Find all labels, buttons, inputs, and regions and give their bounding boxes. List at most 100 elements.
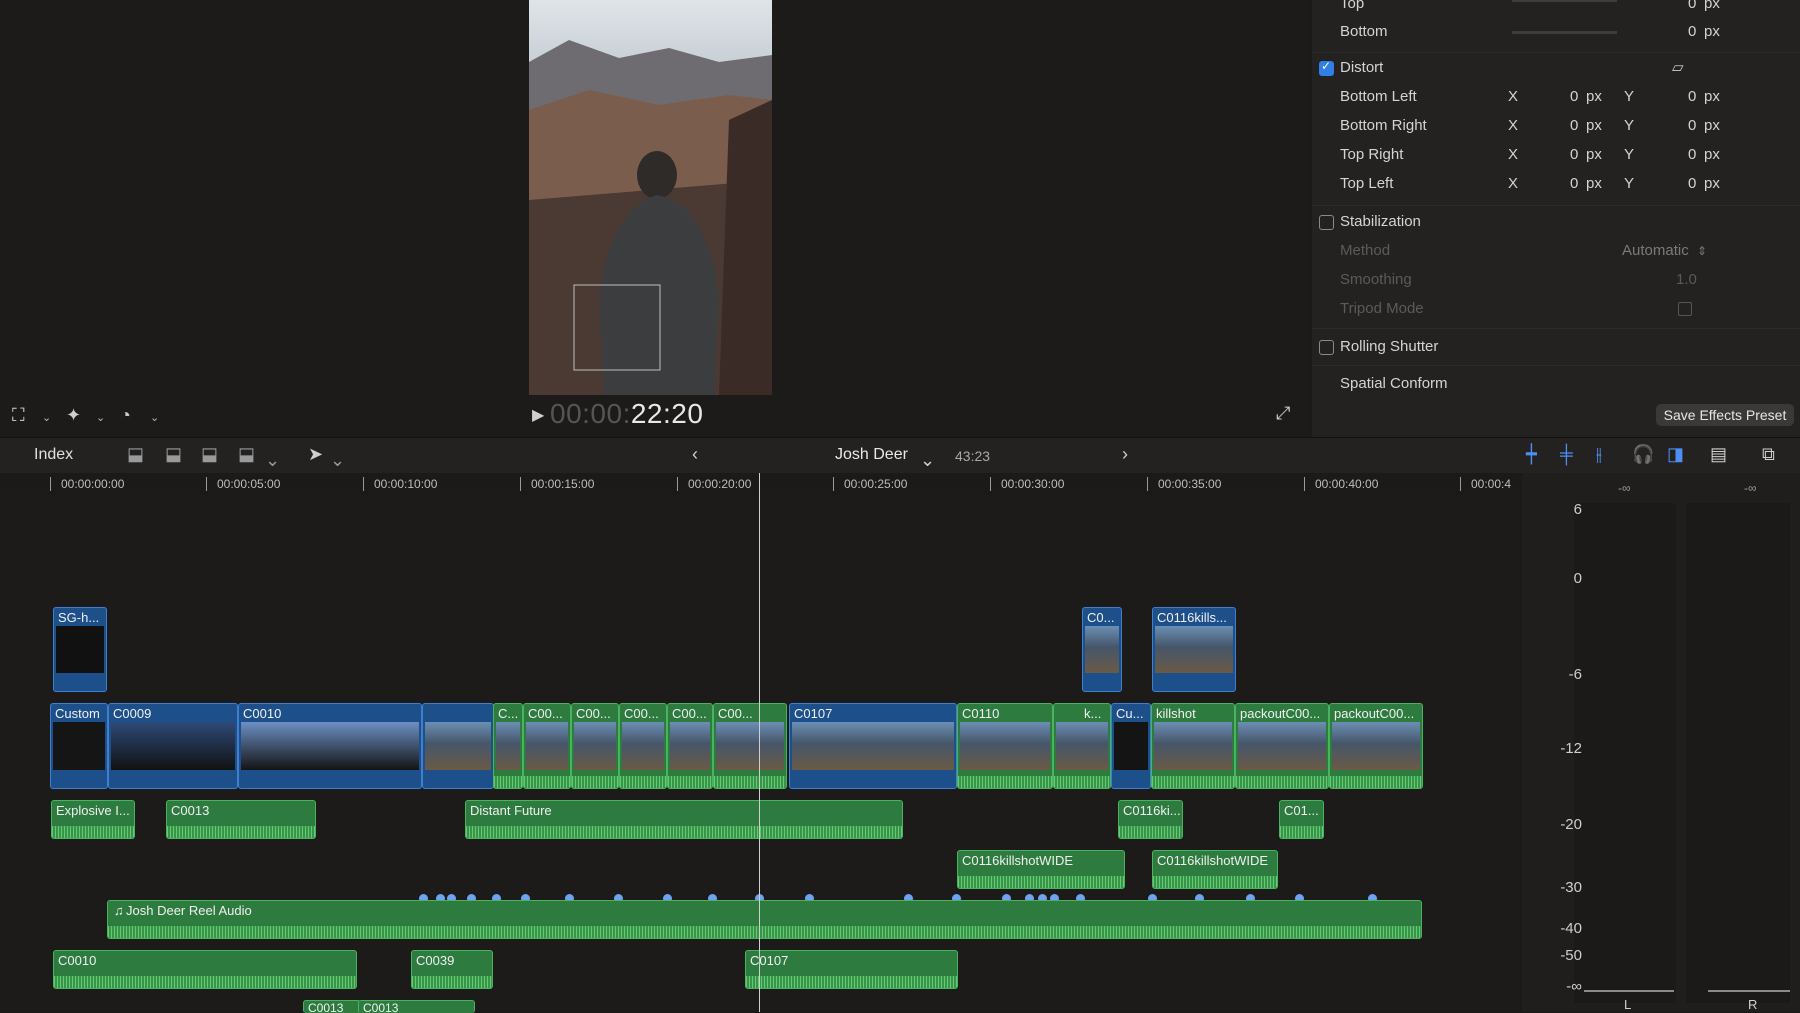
audio-clip[interactable]: C0116killshotWIDE [957, 850, 1125, 889]
chevron-down-icon[interactable]: ⌄ [150, 411, 159, 424]
back-arrow-icon[interactable]: ‹ [692, 444, 698, 465]
play-icon[interactable]: ▶ [532, 405, 544, 425]
audio-clip[interactable]: Explosive I... [51, 800, 135, 839]
index-button[interactable]: Index [34, 446, 73, 464]
clip-thumbnail [960, 722, 1050, 770]
audio-clip[interactable]: C0116ki... [1118, 800, 1183, 839]
clip-thumbnail [574, 722, 616, 770]
speed-icon[interactable]: ◔ [120, 405, 131, 426]
chevron-down-icon[interactable]: ⌄ [96, 411, 105, 424]
crop-top-value[interactable]: 0 [1688, 0, 1696, 12]
timeline-clip[interactable]: C0110 [957, 703, 1053, 789]
chevron-down-icon[interactable]: ⌄ [265, 450, 280, 471]
distort-corner-label: Bottom Left [1340, 88, 1417, 105]
clip-thumbnail [526, 722, 568, 770]
audio-clip[interactable]: C0010 [53, 950, 357, 989]
magic-wand-icon[interactable]: ✦ [66, 405, 81, 426]
y-value[interactable]: 0 [1688, 175, 1696, 192]
clip-appearance-icon[interactable]: ▤ [1710, 444, 1727, 465]
chevron-down-icon[interactable]: ⌄ [330, 450, 345, 471]
clip-thumbnail [425, 722, 491, 770]
audio-clip[interactable]: C0107 [745, 950, 958, 989]
crop-bottom-slider[interactable] [1512, 31, 1617, 34]
timeline-clip-group[interactable] [422, 703, 494, 789]
timeline-clip[interactable]: C00... [619, 703, 667, 789]
playhead[interactable] [759, 473, 760, 1012]
chevron-down-icon[interactable]: ⌄ [42, 411, 51, 424]
distort-onscreen-control-icon[interactable]: ▱ [1672, 58, 1684, 76]
method-select[interactable]: Automatic [1622, 242, 1689, 259]
audio-clip[interactable]: C0039 [411, 950, 493, 989]
stabilization-smoothing-row: Smoothing 1.0 [1312, 266, 1800, 295]
audio-waveform [620, 770, 666, 788]
audio-clip[interactable]: Distant Future [465, 800, 903, 839]
effects-browser-icon[interactable]: ⧉ [1762, 444, 1775, 465]
tripod-mode-checkbox[interactable] [1678, 302, 1692, 316]
skimming-icon[interactable]: ╪ [1560, 444, 1573, 465]
clip-name: C... [498, 706, 519, 721]
rolling-shutter-checkbox[interactable] [1319, 340, 1334, 355]
select-tool-icon[interactable]: ➤ [308, 444, 323, 465]
timeline-clip[interactable]: k... [1053, 703, 1111, 789]
crop-bottom-value[interactable]: 0 [1688, 23, 1696, 40]
x-value[interactable]: 0 [1570, 117, 1578, 134]
audio-clip[interactable]: C0013 [358, 1000, 475, 1013]
crop-top-slider[interactable] [1512, 0, 1617, 2]
timeline-clip[interactable]: C... [493, 703, 523, 789]
headphones-icon[interactable]: 🎧 [1632, 444, 1654, 465]
save-effects-preset-button[interactable]: Save Effects Preset [1656, 404, 1794, 426]
audio-clip[interactable]: C0013 [303, 1000, 361, 1013]
timeline-clip[interactable]: C0... [1082, 607, 1122, 692]
x-value[interactable]: 0 [1570, 146, 1578, 163]
music-clip[interactable]: ♫ Josh Deer Reel Audio [107, 900, 1422, 939]
distort-checkbox[interactable] [1319, 59, 1334, 76]
audio-skimming-icon[interactable]: ⫲ [1596, 444, 1602, 465]
ruler-tick: 00:00:00:00 [50, 477, 124, 491]
timeline-toolbar: Index ⬓ ⬓ ⬓ ⬓ ⌄ ➤ ⌄ ‹ Josh Deer ⌄ 43:23 … [0, 437, 1800, 475]
audio-waveform [1054, 770, 1110, 788]
tripod-mode-label: Tripod Mode [1340, 300, 1424, 317]
timeline-clip[interactable]: packoutC00... [1235, 703, 1329, 789]
smoothing-value[interactable]: 1.0 [1676, 271, 1697, 288]
spatial-conform-section[interactable]: Spatial Conform [1312, 370, 1800, 399]
timeline-clip[interactable]: C0010 [238, 703, 422, 789]
forward-arrow-icon[interactable]: › [1122, 444, 1128, 465]
x-value[interactable]: 0 [1570, 88, 1578, 105]
timeline-clip[interactable]: C0116kills... [1152, 607, 1236, 692]
timeline-clip[interactable]: C0009 [108, 703, 238, 789]
clip-name: C0013 [363, 1001, 399, 1013]
timeline-clip[interactable]: C00... [713, 703, 787, 789]
timeline-clip[interactable]: C00... [571, 703, 619, 789]
overwrite-clip-icon[interactable]: ⬓ [238, 444, 255, 465]
y-value[interactable]: 0 [1688, 146, 1696, 163]
snapping-icon[interactable]: ┿ [1526, 444, 1537, 465]
timeline-clip[interactable]: C0107 [789, 703, 957, 789]
y-value[interactable]: 0 [1688, 117, 1696, 134]
timeline-clip[interactable]: Custom [50, 703, 108, 789]
crop-icon[interactable]: ⛶ [12, 405, 25, 426]
timeline-clip[interactable]: C00... [667, 703, 713, 789]
fullscreen-icon[interactable]: ⤢ [1276, 403, 1290, 424]
append-clip-icon[interactable]: ⬓ [201, 444, 218, 465]
timeline-ruler[interactable]: 00:00:00:00 00:00:05:00 00:00:10:00 00:0… [0, 473, 1520, 495]
connect-clip-icon[interactable]: ⬓ [127, 444, 144, 465]
timeline-clip[interactable]: killshot [1151, 703, 1235, 789]
y-value[interactable]: 0 [1688, 88, 1696, 105]
solo-icon[interactable]: ◨ [1667, 444, 1684, 465]
timeline-clip[interactable]: packoutC00... [1329, 703, 1423, 789]
stabilization-checkbox[interactable] [1319, 215, 1334, 230]
audio-clip[interactable]: C0116killshotWIDE [1152, 850, 1278, 889]
timeline-clip[interactable]: C00... [523, 703, 571, 789]
project-name[interactable]: Josh Deer [835, 446, 908, 464]
channel-label-left: L [1624, 997, 1632, 1012]
timeline-clip[interactable]: SG-h... [53, 607, 107, 692]
video-frame[interactable] [529, 0, 772, 395]
insert-clip-icon[interactable]: ⬓ [165, 444, 182, 465]
x-value[interactable]: 0 [1570, 175, 1578, 192]
timeline-clip[interactable]: Cu... [1111, 703, 1151, 789]
clip-name: C00... [576, 706, 611, 721]
audio-clip[interactable]: C01... [1279, 800, 1324, 839]
ruler-tick: 00:00:05:00 [206, 477, 280, 491]
chevron-down-icon[interactable]: ⌄ [920, 450, 935, 471]
audio-clip[interactable]: C0013 [166, 800, 316, 839]
